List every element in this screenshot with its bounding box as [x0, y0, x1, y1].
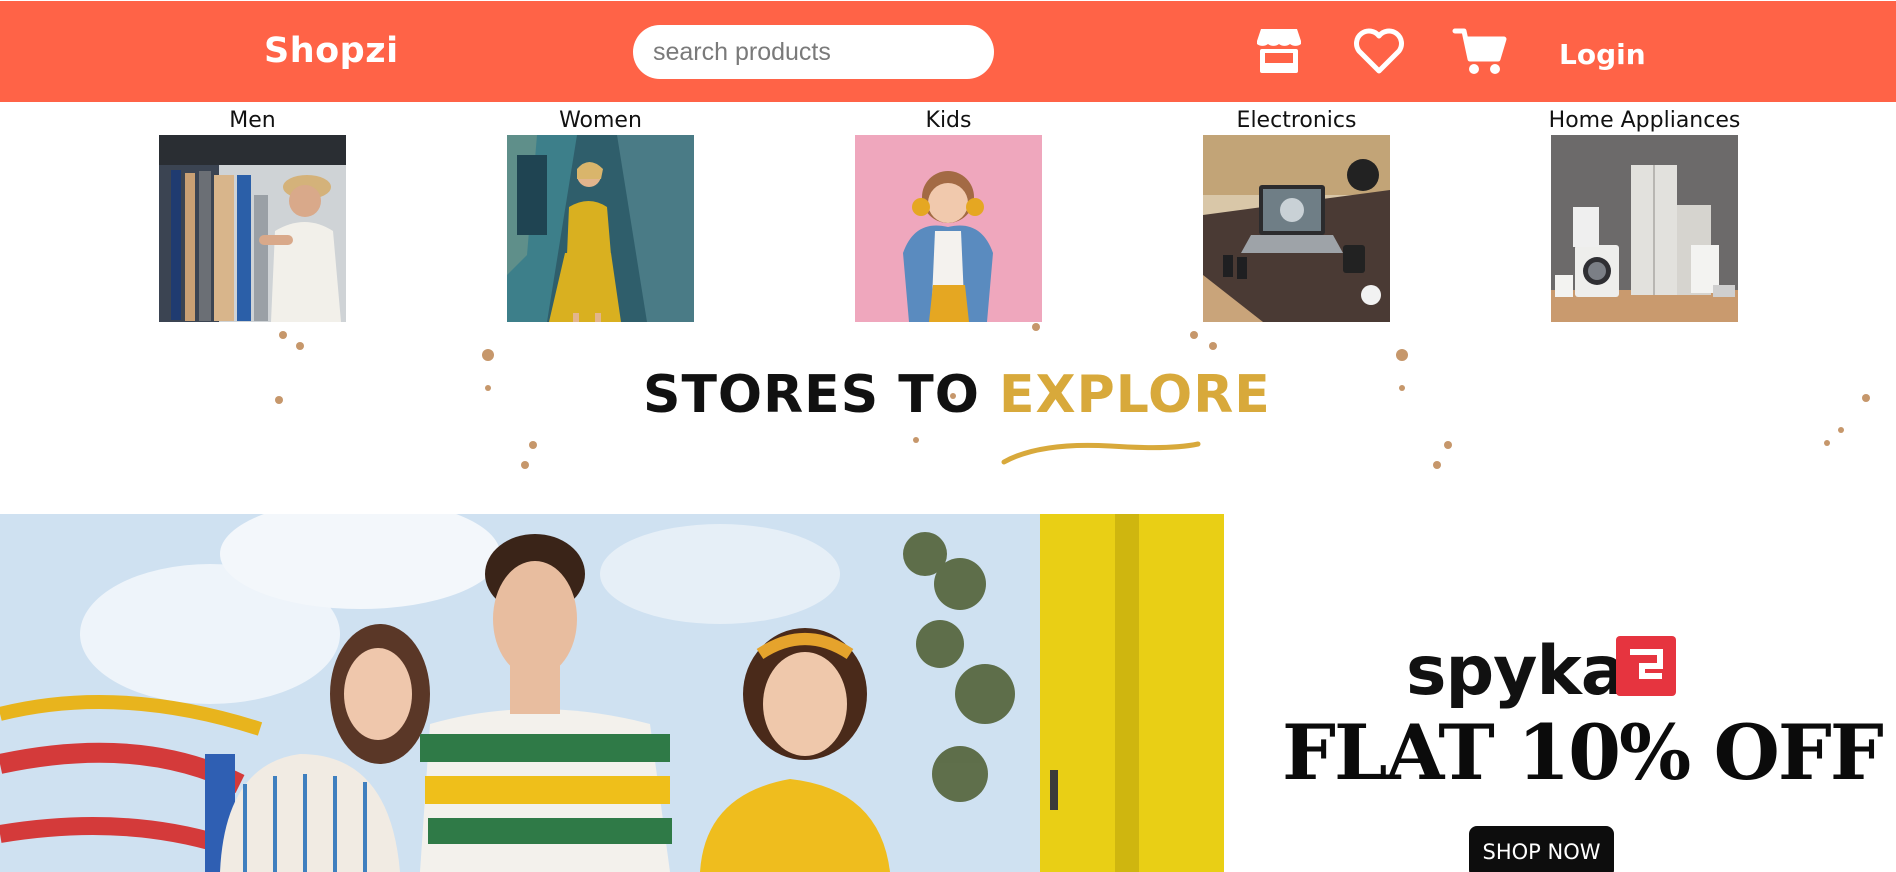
banner-photo[interactable] [0, 514, 1224, 872]
home-appliances-category-image[interactable] [1551, 135, 1738, 322]
category-home-appliances[interactable]: Home Appliances [1549, 104, 1740, 322]
category-label: Women [559, 108, 642, 133]
spykar-mark-icon [1616, 636, 1676, 696]
electronics-category-image[interactable] [1203, 135, 1390, 322]
stores-to-explore-title: STORES TO EXPLORE [643, 365, 1271, 425]
category-label: Electronics [1236, 108, 1357, 133]
shop-now-button[interactable]: SHOP NOW [1469, 826, 1614, 872]
brand-logo[interactable]: Shopzi [264, 31, 399, 71]
promo-panel: spykar FLAT 10% OFF SHOP NOW [1224, 514, 1896, 872]
cart-icon[interactable] [1452, 23, 1508, 79]
promo-banner[interactable]: spykar FLAT 10% OFF SHOP NOW [0, 514, 1896, 872]
category-label: Home Appliances [1548, 108, 1741, 133]
kids-category-image[interactable] [855, 135, 1042, 322]
login-link[interactable]: Login [1559, 38, 1646, 71]
title-part-black: STORES TO [643, 365, 980, 425]
category-label: Kids [925, 108, 972, 133]
category-women[interactable]: Women [507, 104, 694, 322]
heart-icon[interactable] [1351, 23, 1407, 79]
category-men[interactable]: Men [159, 104, 346, 322]
category-kids[interactable]: Kids [855, 104, 1042, 322]
search-input[interactable] [633, 25, 994, 79]
top-header: Shopzi Login [0, 1, 1896, 102]
store-icon[interactable] [1251, 23, 1307, 79]
women-category-image[interactable] [507, 135, 694, 322]
men-category-image[interactable] [159, 135, 346, 322]
category-electronics[interactable]: Electronics [1203, 104, 1390, 322]
offer-text: FLAT 10% OFF [1282, 708, 1884, 797]
category-label: Men [229, 108, 276, 133]
title-part-gold: EXPLORE [999, 365, 1271, 425]
